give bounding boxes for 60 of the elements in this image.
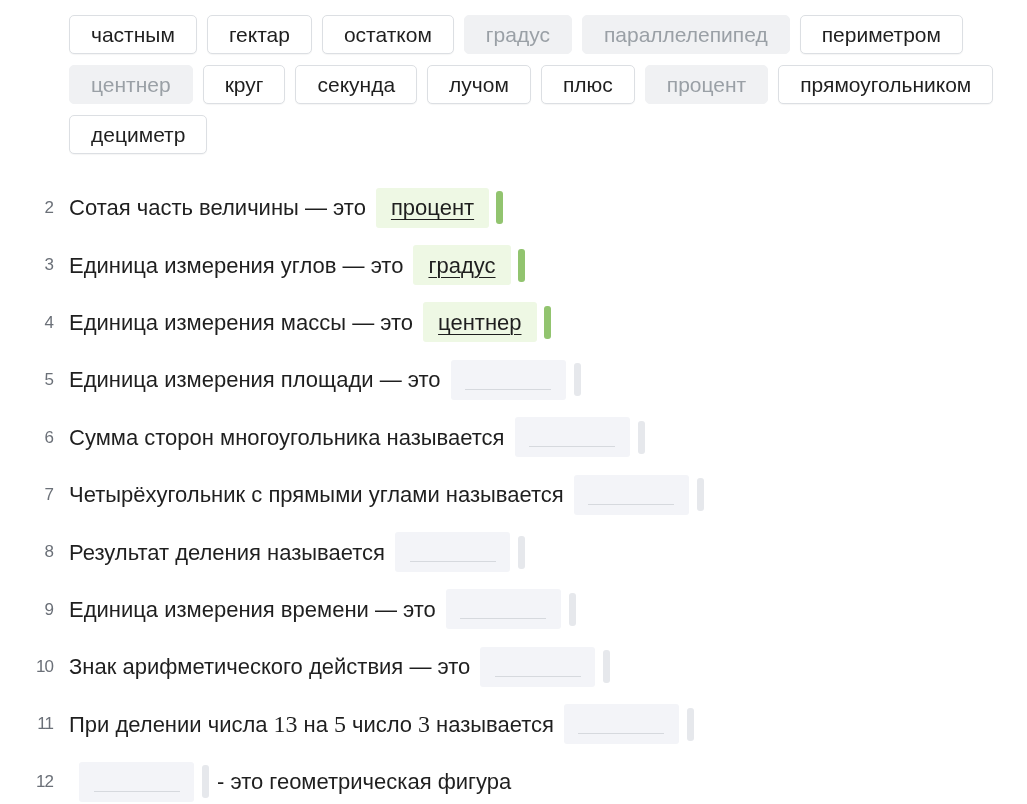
answer-box[interactable]: градус bbox=[413, 245, 511, 286]
math-number: 3 bbox=[418, 710, 430, 740]
answer-status-bar bbox=[568, 592, 576, 626]
question-text: Единица измерения площади — это bbox=[69, 366, 441, 395]
question-number: 11 bbox=[36, 713, 54, 736]
question-text: - это геометрическая фигура bbox=[217, 768, 512, 797]
word-chip[interactable]: дециметр bbox=[69, 115, 208, 154]
question-text: При делении числа bbox=[69, 710, 268, 739]
word-chip[interactable]: периметром bbox=[799, 15, 963, 54]
answer-status-bar bbox=[202, 765, 209, 799]
answer-status-bar bbox=[573, 363, 581, 397]
answer-box[interactable]: центнер bbox=[423, 302, 537, 343]
question-text: Единица измерения времени — это bbox=[69, 595, 436, 624]
question-text: Сотая часть величины — это bbox=[69, 194, 366, 223]
answer-box[interactable] bbox=[79, 761, 194, 802]
question-text: Сумма сторон многоугольника называется bbox=[69, 423, 505, 452]
question-text: число bbox=[351, 710, 412, 739]
answer-box[interactable] bbox=[480, 646, 596, 687]
question-number: 9 bbox=[43, 598, 54, 621]
math-number: 5 bbox=[333, 710, 346, 740]
question-number: 8 bbox=[43, 541, 55, 564]
question-text: на bbox=[303, 710, 328, 739]
question-number: 12 bbox=[35, 770, 54, 793]
word-chip[interactable]: секунда bbox=[295, 65, 418, 104]
answer-box[interactable] bbox=[573, 474, 689, 515]
question-number: 3 bbox=[43, 254, 55, 277]
answer-status-bar bbox=[603, 650, 611, 684]
answer-box[interactable] bbox=[445, 589, 561, 630]
answer-box[interactable]: процент bbox=[375, 187, 490, 228]
answer-status-bar bbox=[517, 248, 525, 282]
answer-status-bar bbox=[496, 191, 504, 225]
answer-box[interactable] bbox=[563, 704, 679, 745]
answer-box[interactable] bbox=[450, 359, 566, 400]
answer-status-bar bbox=[543, 305, 551, 339]
question-number: 6 bbox=[43, 426, 54, 449]
answer-status-bar bbox=[686, 707, 694, 741]
question-text: Единица измерения углов — это bbox=[69, 251, 404, 280]
answer-box[interactable] bbox=[395, 532, 510, 573]
answer-status-bar bbox=[637, 420, 645, 454]
question-text: Знак арифметического действия — это bbox=[69, 653, 471, 682]
question-number: 2 bbox=[43, 196, 54, 219]
word-chip[interactable]: лучом bbox=[427, 65, 531, 104]
question-number: 10 bbox=[35, 656, 55, 679]
word-chip[interactable]: остатком bbox=[321, 15, 454, 54]
answer-status-bar bbox=[696, 478, 704, 512]
word-chip[interactable]: круг bbox=[202, 65, 286, 104]
answer-box[interactable] bbox=[514, 417, 630, 458]
word-chip[interactable]: прямоугольником bbox=[778, 65, 994, 104]
question-text: Результат деления называется bbox=[69, 538, 385, 567]
question-text: называется bbox=[436, 710, 554, 739]
question-number: 7 bbox=[43, 483, 54, 506]
question-text: Единица измерения массы — это bbox=[69, 308, 414, 337]
word-chip[interactable]: гектар bbox=[206, 15, 312, 54]
word-chip[interactable]: плюс bbox=[540, 65, 635, 104]
answer-status-bar bbox=[518, 535, 525, 569]
math-number: 13 bbox=[273, 710, 298, 740]
question-text: Четырёхугольник с прямыми углами называется bbox=[69, 481, 564, 510]
question-number: 5 bbox=[43, 369, 55, 392]
question-number: 4 bbox=[43, 311, 55, 334]
word-chip[interactable]: частным bbox=[69, 15, 197, 54]
